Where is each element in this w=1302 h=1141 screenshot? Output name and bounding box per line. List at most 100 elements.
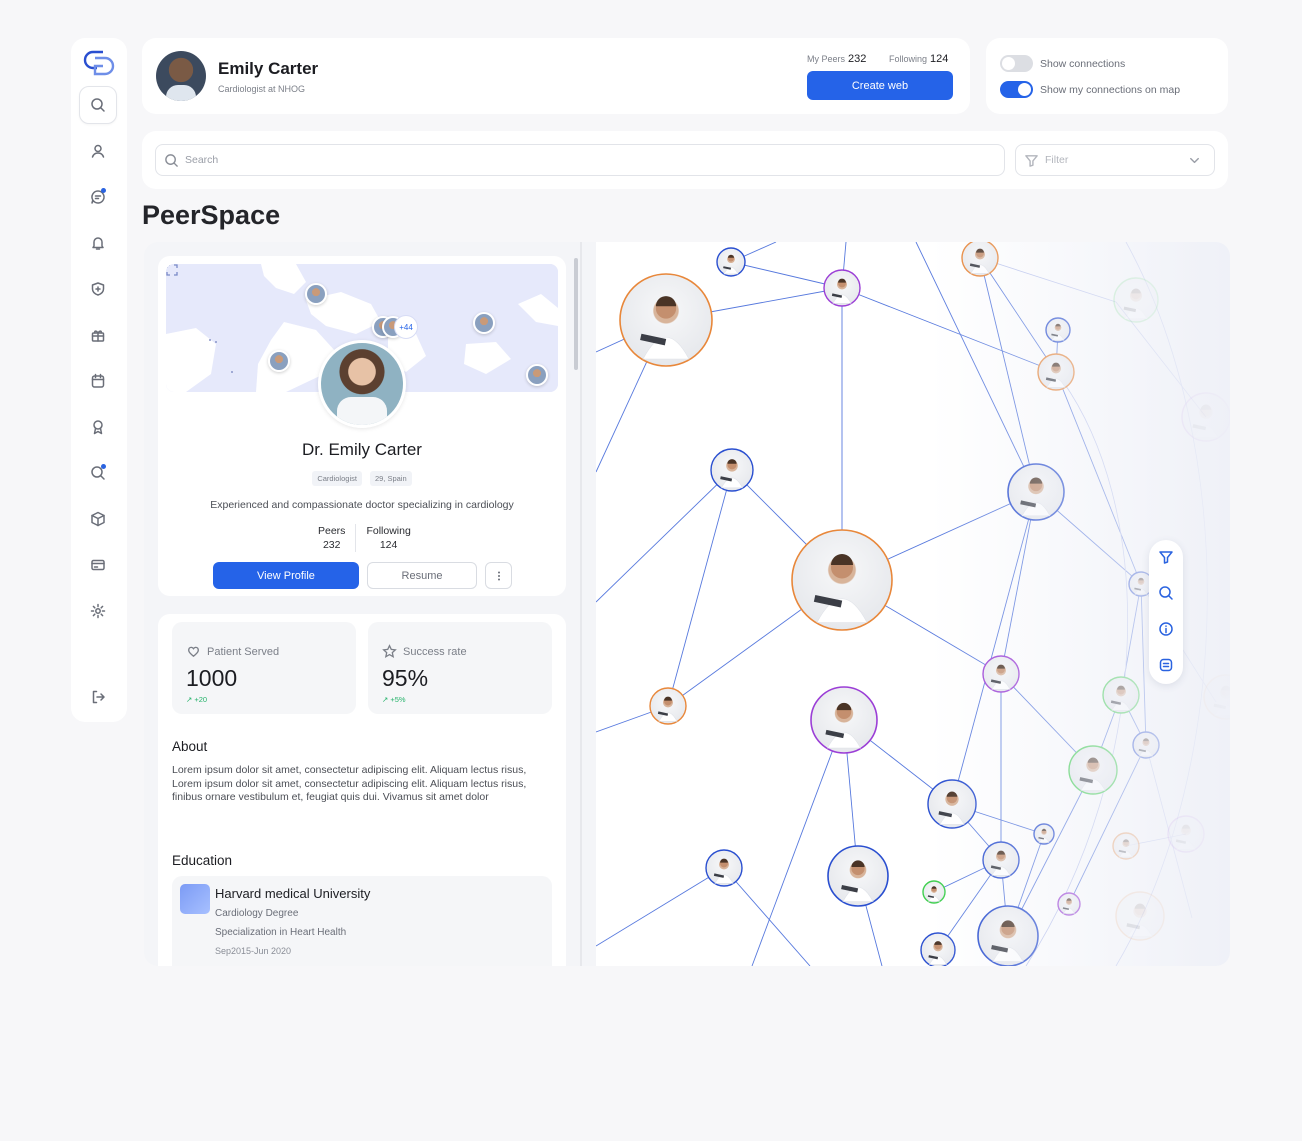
peer-node[interactable]: [1068, 745, 1118, 795]
expand-icon[interactable]: [166, 264, 178, 276]
sidebar-awards[interactable]: [79, 408, 117, 446]
map-pin-peer[interactable]: [305, 283, 327, 305]
more-options-button[interactable]: [485, 562, 512, 589]
my-peers-value: 232: [848, 53, 867, 65]
peer-node[interactable]: [920, 932, 956, 966]
box-icon: [91, 511, 105, 527]
kpi-success-delta-text: +5%: [390, 695, 406, 704]
peer-node[interactable]: [619, 273, 713, 367]
about-line-1: Lorem ipsum dolor sit amet, consectetur …: [172, 764, 527, 776]
create-web-button[interactable]: Create web: [807, 71, 953, 100]
kpi-success-label: Success rate: [382, 644, 467, 659]
sidebar-rewards[interactable]: [79, 316, 117, 354]
sidebar-logout[interactable]: [79, 678, 117, 716]
about-title: About: [172, 739, 208, 754]
peer-node[interactable]: [1203, 674, 1230, 720]
following-value: 124: [930, 53, 949, 65]
filter-select[interactable]: Filter: [1015, 144, 1215, 176]
map-cluster-badge[interactable]: +44: [394, 315, 418, 339]
sidebar-profile[interactable]: [79, 132, 117, 170]
education-title: Education: [172, 853, 233, 868]
peer-node[interactable]: [705, 849, 743, 887]
following-stat: Following 124: [889, 53, 948, 65]
peer-node[interactable]: [1033, 823, 1055, 845]
peer-node[interactable]: [649, 687, 687, 725]
kpi-patients-label: Patient Served: [186, 644, 279, 659]
user-icon: [91, 144, 105, 158]
peer-node[interactable]: [827, 845, 889, 907]
search-placeholder: Search: [185, 154, 219, 166]
bell-icon: [92, 237, 104, 250]
graph-toolbar: [1149, 540, 1183, 684]
sidebar-messages[interactable]: [79, 178, 117, 216]
peer-node[interactable]: [791, 529, 893, 631]
sidebar-settings[interactable]: [79, 592, 117, 630]
app-logo[interactable]: [81, 46, 115, 80]
peer-node[interactable]: [823, 269, 861, 307]
profile-card: +44 Dr. Emily Carter Cardiologist 29, Sp…: [158, 256, 566, 596]
map-pin-peer[interactable]: [526, 364, 548, 386]
peer-node[interactable]: [1132, 731, 1160, 759]
peer-node[interactable]: [1167, 815, 1205, 853]
peer-node[interactable]: [1181, 392, 1230, 442]
graph-search-button[interactable]: [1154, 581, 1178, 605]
map-pin-peer[interactable]: [268, 350, 290, 372]
shield-icon: [91, 282, 105, 296]
education-item[interactable]: Harvard medical University Cardiology De…: [172, 876, 552, 966]
doctor-avatar[interactable]: [318, 340, 406, 428]
peer-node[interactable]: [922, 880, 946, 904]
sidebar-calendar[interactable]: [79, 362, 117, 400]
university-logo: [180, 884, 210, 914]
sidebar-insurance[interactable]: [79, 270, 117, 308]
sidebar-notifications[interactable]: [79, 224, 117, 262]
view-profile-button[interactable]: View Profile: [213, 562, 359, 589]
peer-node[interactable]: [1057, 892, 1081, 916]
peer-node[interactable]: [810, 686, 878, 754]
peer-node[interactable]: [961, 242, 999, 277]
following-stat: Following 124: [355, 524, 420, 552]
sidebar-search[interactable]: [79, 86, 117, 124]
show-my-connections-toggle[interactable]: [1000, 81, 1033, 98]
peer-network-graph[interactable]: [596, 242, 1230, 966]
filter-icon: [1025, 154, 1038, 167]
my-peers-stat: My Peers 232: [807, 53, 866, 65]
peer-node[interactable]: [716, 247, 746, 277]
degree: Cardiology Degree: [215, 908, 299, 919]
education-dates: Sep2015-Jun 2020: [215, 946, 292, 956]
settings-icon: [90, 603, 106, 619]
sidebar-discover[interactable]: [79, 454, 117, 492]
university-name: Harvard medical University: [215, 886, 371, 901]
resume-button[interactable]: Resume: [367, 562, 477, 589]
peer-node[interactable]: [1115, 891, 1165, 941]
peer-node[interactable]: [1112, 832, 1140, 860]
graph-layout-button[interactable]: [1154, 653, 1178, 677]
sidebar: [71, 38, 127, 722]
peers-value: 232: [322, 539, 341, 551]
peer-node[interactable]: [1037, 353, 1075, 391]
peer-node[interactable]: [1045, 317, 1071, 343]
peer-node[interactable]: [1102, 676, 1140, 714]
peerspace-panel: +44 Dr. Emily Carter Cardiologist 29, Sp…: [144, 242, 1230, 966]
search-bar: Search Filter: [142, 131, 1228, 189]
user-avatar[interactable]: [156, 51, 206, 101]
graph-info-button[interactable]: [1154, 617, 1178, 641]
scrollbar-thumb[interactable]: [574, 258, 578, 370]
doctor-description: Experienced and compassionate doctor spe…: [210, 499, 514, 511]
search-input[interactable]: Search: [155, 144, 1005, 176]
kpi-patients-delta-text: +20: [194, 695, 208, 704]
map-pin-peer[interactable]: [473, 312, 495, 334]
peer-node[interactable]: [982, 841, 1020, 879]
peer-node[interactable]: [927, 779, 977, 829]
sidebar-packages[interactable]: [79, 500, 117, 538]
peer-node[interactable]: [1113, 277, 1159, 323]
peer-node[interactable]: [982, 655, 1020, 693]
show-my-connections-label: Show my connections on map: [1040, 83, 1181, 96]
sidebar-billing[interactable]: [79, 546, 117, 584]
graph-filter-button[interactable]: [1154, 545, 1178, 569]
heart-hand-icon: [188, 646, 199, 658]
peer-node[interactable]: [710, 448, 754, 492]
show-connections-toggle[interactable]: [1000, 55, 1033, 72]
peer-node[interactable]: [1007, 463, 1065, 521]
show-my-connections-row: Show my connections on map: [1000, 81, 1180, 98]
peer-node[interactable]: [977, 905, 1039, 966]
